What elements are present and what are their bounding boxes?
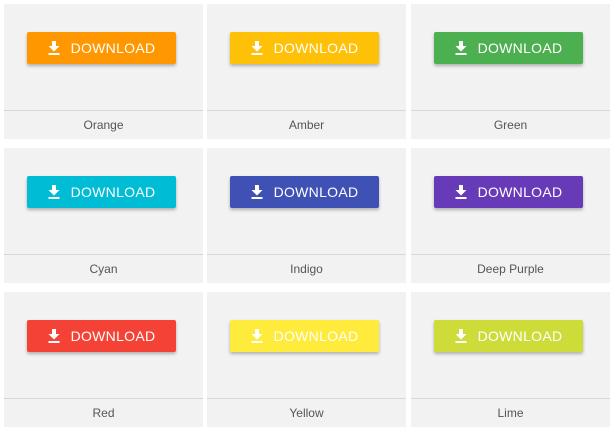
download-button-label: DOWNLOAD [70, 184, 156, 200]
card-red: DOWNLOAD Red [4, 292, 203, 427]
download-icon [455, 329, 467, 343]
color-name-caption: Indigo [290, 262, 323, 276]
color-button-grid: DOWNLOAD Orange DOWNLOAD Amber DOWNLOAD … [0, 0, 610, 431]
download-button-amber[interactable]: DOWNLOAD [230, 32, 379, 64]
card-lime: DOWNLOAD Lime [411, 292, 610, 427]
download-icon [455, 185, 467, 199]
download-button-yellow[interactable]: DOWNLOAD [230, 320, 379, 352]
download-icon [251, 185, 263, 199]
card-orange: DOWNLOAD Orange [4, 4, 203, 139]
download-icon [455, 41, 467, 55]
card-green: DOWNLOAD Green [411, 4, 610, 139]
card-yellow: DOWNLOAD Yellow [207, 292, 406, 427]
color-name-caption: Orange [83, 118, 124, 132]
download-icon [48, 329, 60, 343]
download-button-label: DOWNLOAD [477, 40, 563, 56]
color-name-caption: Deep Purple [477, 262, 544, 276]
download-button-label: DOWNLOAD [273, 40, 359, 56]
download-icon [251, 41, 263, 55]
color-name-caption: Lime [497, 406, 524, 420]
download-button-label: DOWNLOAD [477, 184, 563, 200]
card-amber: DOWNLOAD Amber [207, 4, 406, 139]
card-indigo: DOWNLOAD Indigo [207, 148, 406, 283]
color-name-caption: Cyan [89, 262, 118, 276]
download-button-green[interactable]: DOWNLOAD [434, 32, 583, 64]
download-icon [48, 41, 60, 55]
download-button-cyan[interactable]: DOWNLOAD [27, 176, 176, 208]
card-deep-purple: DOWNLOAD Deep Purple [411, 148, 610, 283]
download-button-indigo[interactable]: DOWNLOAD [230, 176, 379, 208]
download-button-label: DOWNLOAD [70, 328, 156, 344]
color-name-caption: Amber [288, 118, 325, 132]
download-button-orange[interactable]: DOWNLOAD [27, 32, 176, 64]
download-button-label: DOWNLOAD [70, 40, 156, 56]
download-button-label: DOWNLOAD [477, 328, 563, 344]
download-button-lime[interactable]: DOWNLOAD [434, 320, 583, 352]
color-name-caption: Green [493, 118, 528, 132]
download-icon [251, 329, 263, 343]
download-icon [48, 185, 60, 199]
download-button-label: DOWNLOAD [273, 328, 359, 344]
color-name-caption: Yellow [289, 406, 324, 420]
download-button-label: DOWNLOAD [273, 184, 359, 200]
card-cyan: DOWNLOAD Cyan [4, 148, 203, 283]
download-button-red[interactable]: DOWNLOAD [27, 320, 176, 352]
download-button-deep-purple[interactable]: DOWNLOAD [434, 176, 583, 208]
color-name-caption: Red [92, 406, 115, 420]
